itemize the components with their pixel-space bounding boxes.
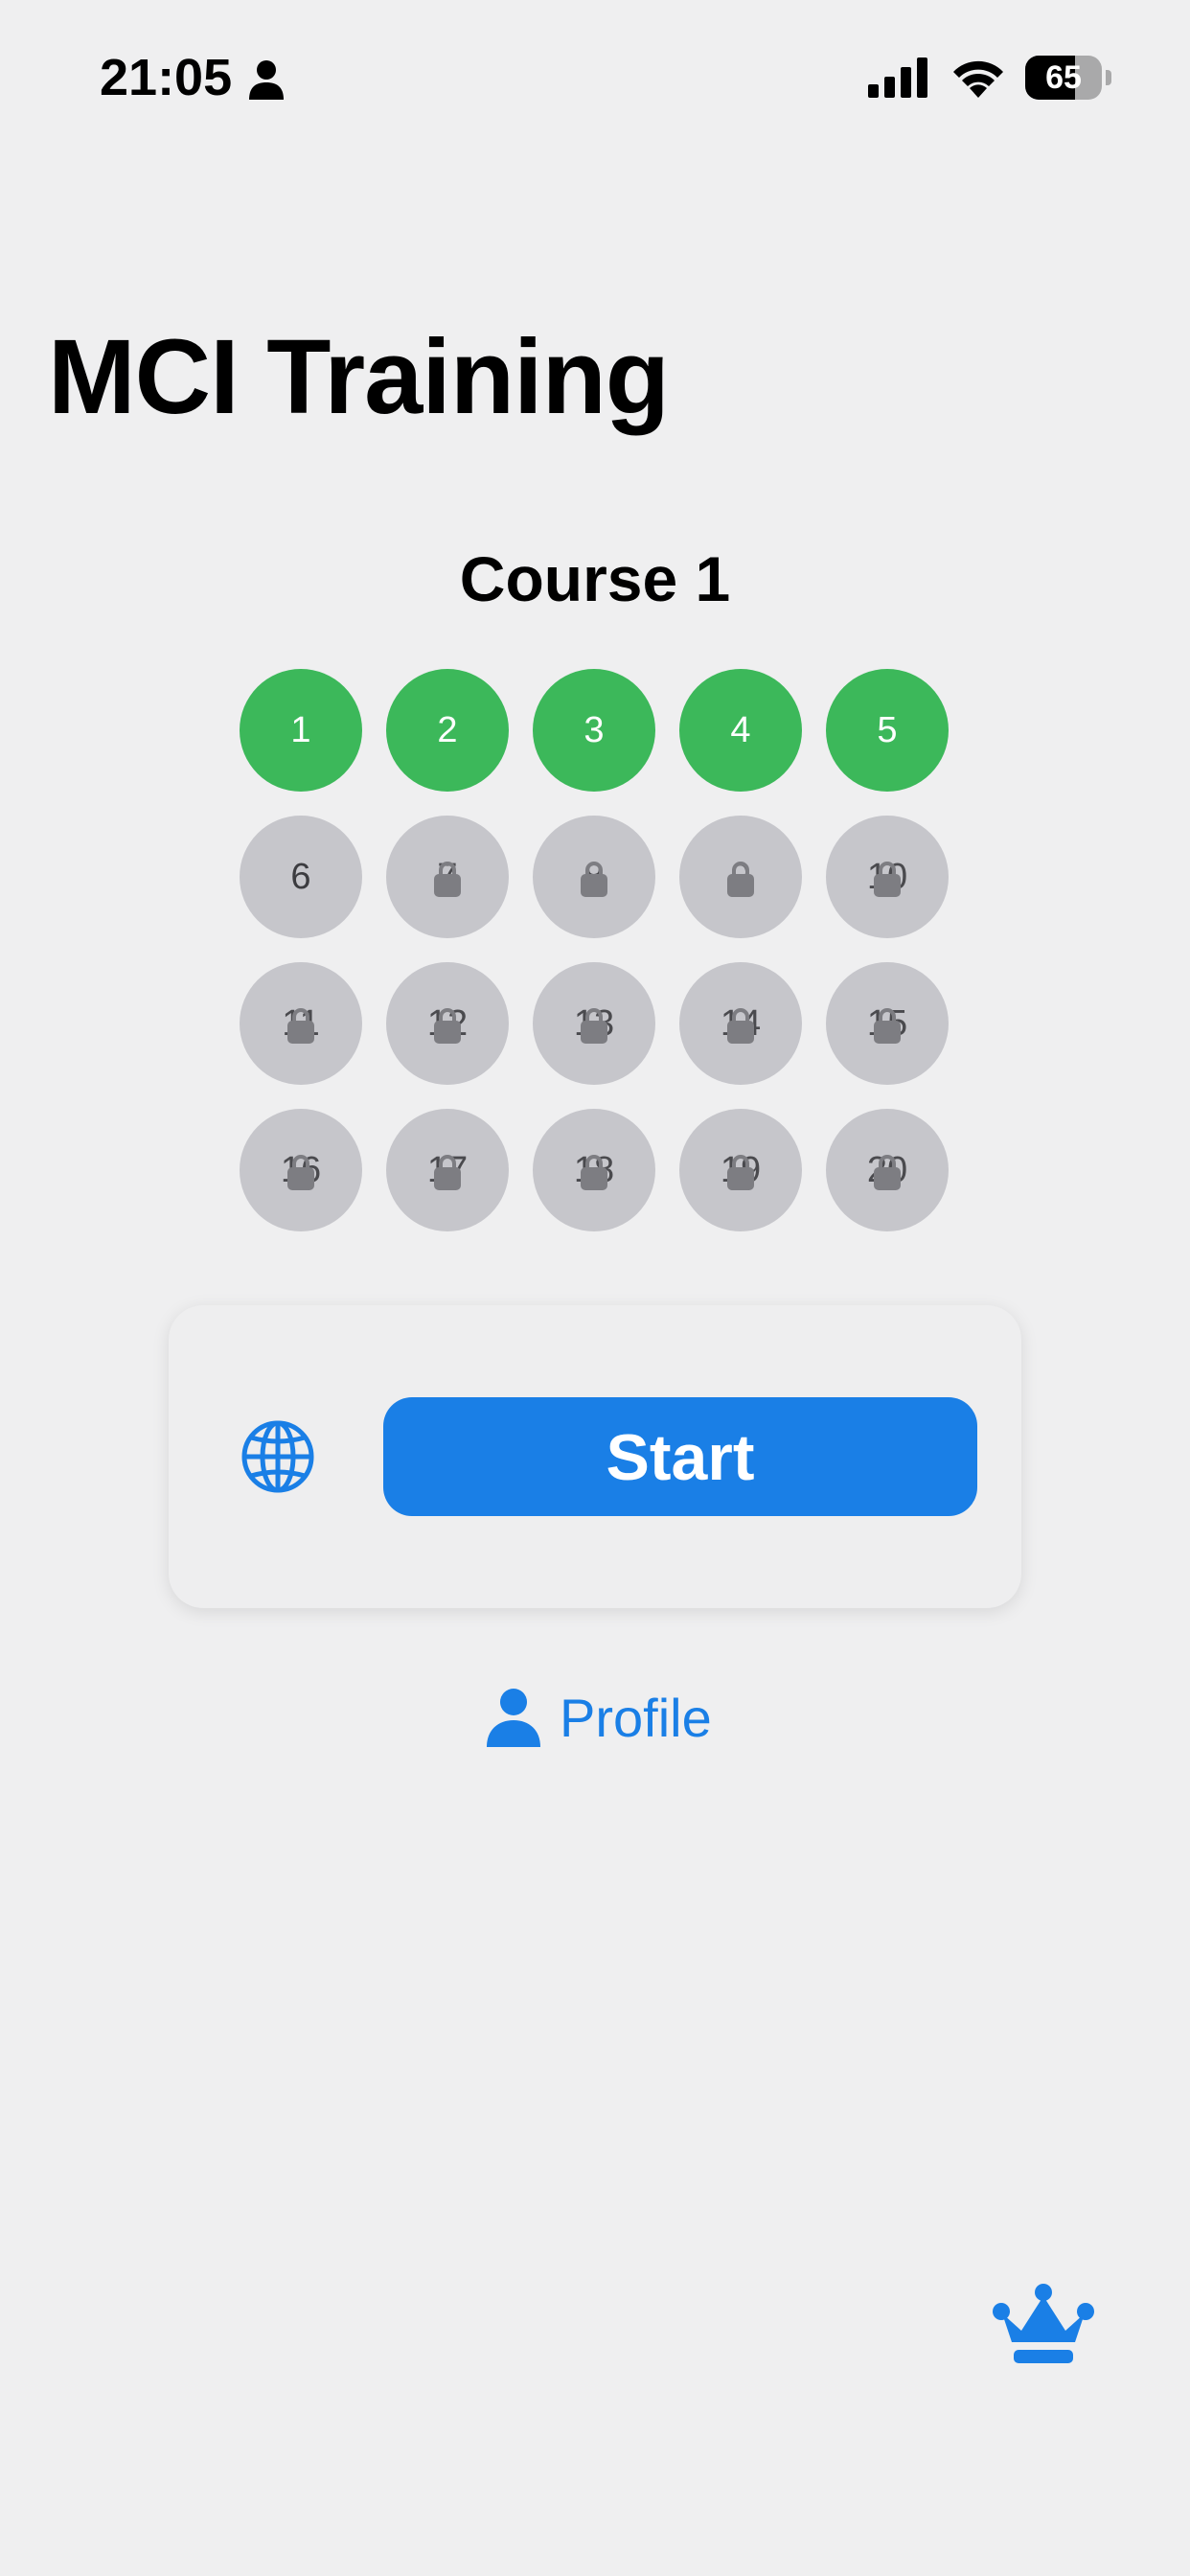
lesson-number: 2 [437,709,458,750]
lock-icon [287,1008,314,1044]
lesson-2-button[interactable]: 2 [386,669,509,792]
lock-icon [434,862,461,897]
lock-icon [434,1008,461,1044]
status-time: 21:05 [100,49,233,106]
lesson-10-button[interactable]: 10 [826,816,949,938]
person-status-icon [249,60,284,100]
lesson-20-button[interactable]: 20 [826,1109,949,1231]
lesson-17-button[interactable]: 17 [386,1109,509,1231]
lesson-grid: 1234567891011121314151617181920 [240,669,950,1231]
profile-button[interactable]: Profile [487,1683,712,1752]
lesson-4-button[interactable]: 4 [679,669,802,792]
lesson-number: 3 [584,709,605,750]
lock-icon [874,1155,901,1190]
lesson-14-button[interactable]: 14 [679,962,802,1085]
person-icon [487,1689,540,1747]
lesson-16-button[interactable]: 16 [240,1109,362,1231]
start-card: Start [169,1305,1021,1608]
lock-icon [581,862,607,897]
app-screen: 21:05 65 MCI Training Course 1 123456789… [0,0,1190,2576]
lesson-number: 4 [730,709,751,750]
lesson-3-button[interactable]: 3 [533,669,655,792]
lock-icon [874,862,901,897]
lock-icon [727,1008,754,1044]
lock-icon [581,1008,607,1044]
profile-label: Profile [560,1687,712,1748]
globe-icon[interactable] [240,1418,316,1495]
lock-icon [727,862,754,897]
battery-tip [1106,70,1111,85]
lesson-7-button[interactable]: 7 [386,816,509,938]
lesson-19-button[interactable]: 19 [679,1109,802,1231]
page-title: MCI Training [48,318,670,436]
lesson-number: 6 [290,856,311,897]
battery-indicator: 65 [1025,56,1111,100]
battery-body: 65 [1025,56,1102,100]
wifi-icon [953,60,1003,98]
lesson-12-button[interactable]: 12 [386,962,509,1085]
lesson-number: 5 [877,709,898,750]
crown-icon[interactable] [993,2283,1094,2363]
lock-icon [727,1155,754,1190]
course-title: Course 1 [459,543,731,614]
lock-icon [287,1155,314,1190]
lesson-13-button[interactable]: 13 [533,962,655,1085]
lesson-18-button[interactable]: 18 [533,1109,655,1231]
lock-icon [874,1008,901,1044]
lesson-1-button[interactable]: 1 [240,669,362,792]
battery-percent: 65 [1045,59,1082,96]
lock-icon [434,1155,461,1190]
cellular-signal-icon [868,58,927,98]
lesson-11-button[interactable]: 11 [240,962,362,1085]
lesson-number: 1 [290,709,311,750]
lesson-15-button[interactable]: 15 [826,962,949,1085]
lesson-9-button[interactable]: 9 [679,816,802,938]
status-bar: 21:05 65 [0,0,1190,153]
lesson-6-button[interactable]: 6 [240,816,362,938]
lesson-5-button[interactable]: 5 [826,669,949,792]
lock-icon [581,1155,607,1190]
start-button[interactable]: Start [383,1397,977,1516]
lesson-8-button[interactable]: 8 [533,816,655,938]
